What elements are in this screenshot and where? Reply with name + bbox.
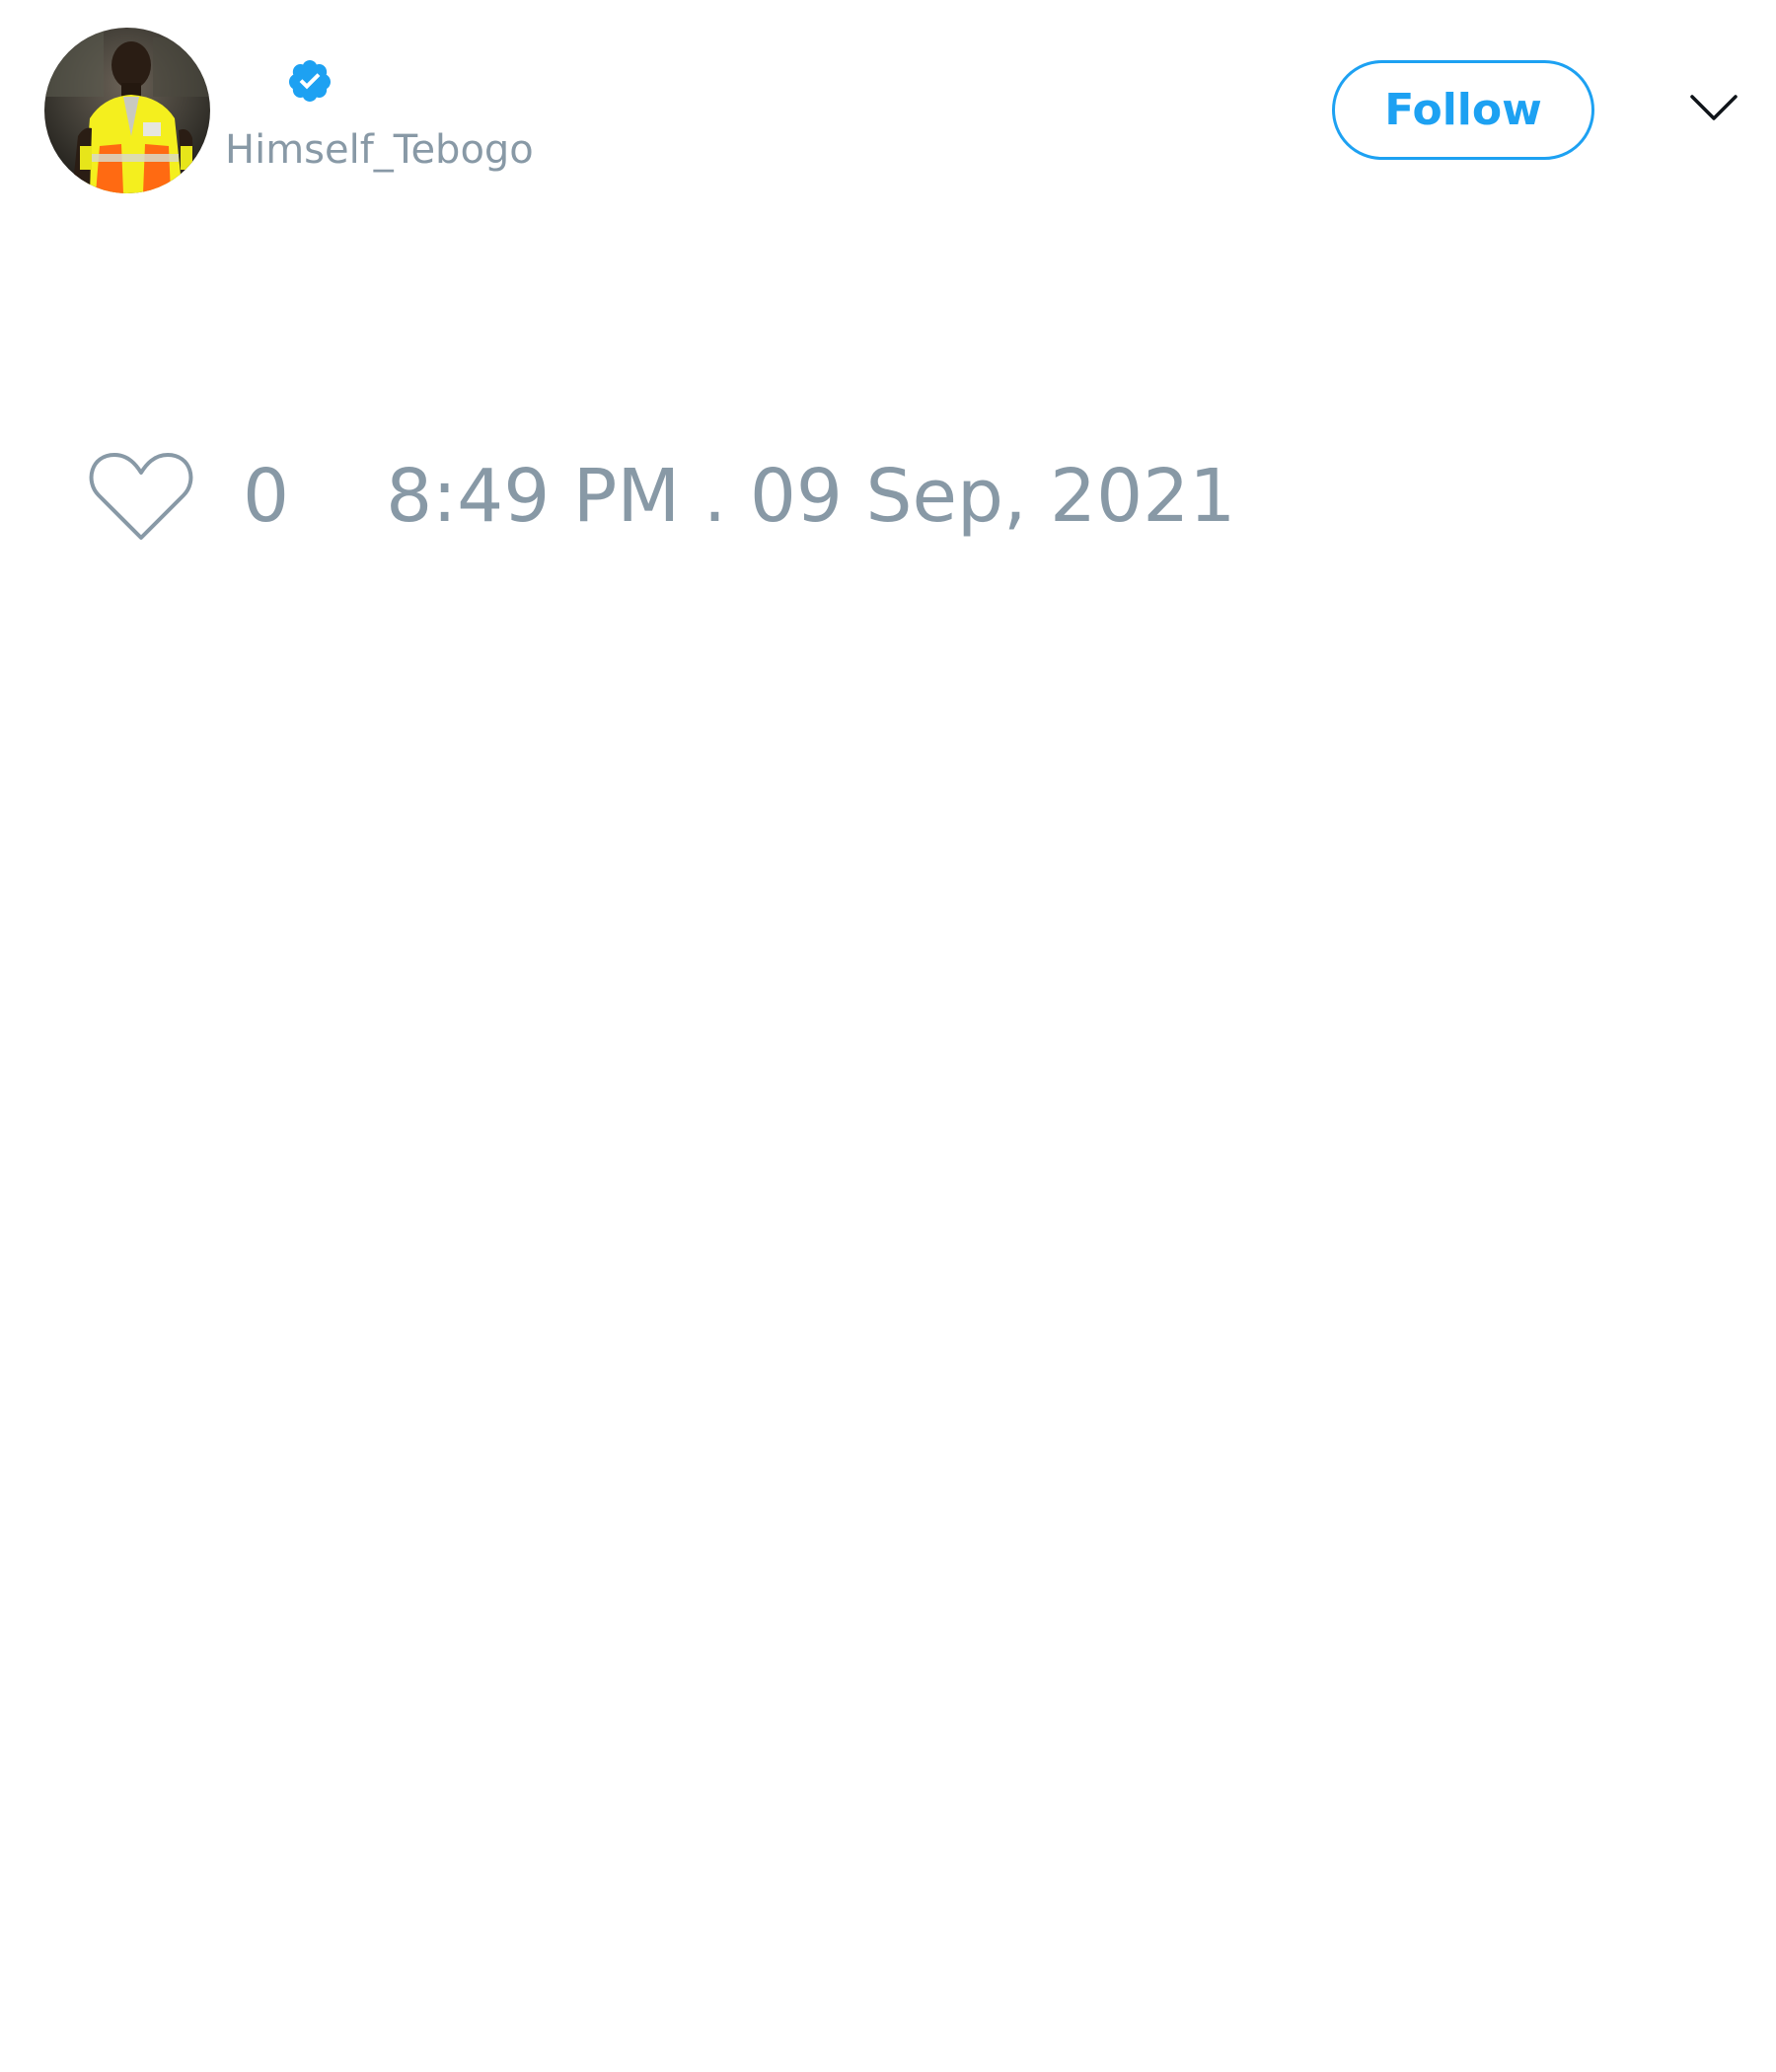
- like-count: 0: [243, 454, 290, 539]
- author-handle[interactable]: Himself_Tebogo: [225, 126, 534, 174]
- tweet-text: [44, 227, 1722, 237]
- author-name-row: [225, 51, 333, 111]
- heart-outline-icon: [89, 453, 193, 540]
- tweet-actions: 0 8:49 PM . 09 Sep, 2021: [87, 442, 1235, 551]
- avatar[interactable]: [44, 28, 210, 193]
- follow-button[interactable]: Follow: [1332, 60, 1594, 160]
- tweet-header: Himself_Tebogo Follow: [0, 0, 1776, 217]
- tweet-timestamp[interactable]: 8:49 PM . 09 Sep, 2021: [386, 454, 1235, 539]
- chevron-down-icon[interactable]: [1689, 91, 1739, 126]
- verified-badge-icon: [286, 57, 333, 105]
- like-button[interactable]: [87, 447, 195, 546]
- avatar-image: [44, 28, 210, 193]
